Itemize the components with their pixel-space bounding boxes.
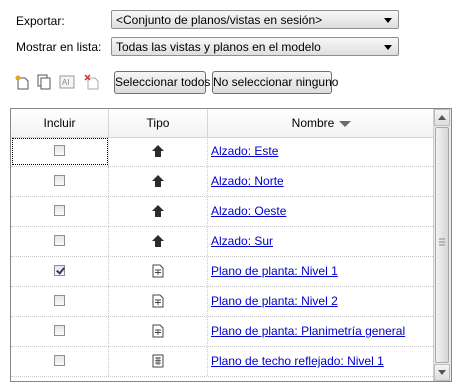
- show-in-list-dropdown-value: Todas las vistas y planos en el modelo: [116, 40, 321, 54]
- arrow-down-icon: [438, 370, 446, 375]
- table-row[interactable]: Alzado: Este: [11, 137, 435, 167]
- elevation-view-icon: [152, 175, 164, 187]
- chevron-down-icon: [384, 45, 392, 50]
- include-cell: [11, 347, 109, 376]
- select-none-label: No seleccionar ninguno: [213, 75, 339, 89]
- name-cell: Plano de planta: Nivel 2: [208, 287, 435, 316]
- table-row[interactable]: Plano de planta: Nivel 2: [11, 287, 435, 317]
- type-cell: [109, 317, 208, 346]
- chevron-down-icon: [384, 18, 392, 23]
- type-cell: [109, 347, 208, 376]
- include-checkbox[interactable]: [54, 235, 65, 246]
- view-name-link[interactable]: Alzado: Norte: [211, 174, 284, 188]
- include-checkbox[interactable]: [54, 205, 65, 216]
- table-row[interactable]: Alzado: Norte: [11, 167, 435, 197]
- include-checkbox[interactable]: [54, 325, 65, 336]
- floor-plan-icon: [152, 294, 164, 308]
- show-in-list-dropdown[interactable]: Todas las vistas y planos en el modelo: [111, 37, 399, 56]
- export-dropdown[interactable]: <Conjunto de planos/vistas en sesión>: [111, 10, 399, 29]
- include-checkbox[interactable]: [54, 265, 65, 276]
- type-cell: [109, 167, 208, 196]
- rename-set-icon[interactable]: AI: [59, 74, 75, 90]
- arrow-up-icon: [438, 115, 446, 120]
- view-name-link[interactable]: Plano de techo reflejado: Nivel 1: [211, 354, 384, 368]
- show-in-list-label-text: Mostrar en lista:: [16, 40, 102, 54]
- view-name-link[interactable]: Plano de planta: Nivel 2: [211, 294, 338, 308]
- view-name-link[interactable]: Alzado: Este: [211, 144, 278, 158]
- type-cell: [109, 137, 208, 166]
- duplicate-set-icon[interactable]: [36, 74, 52, 90]
- column-header-type-label: Tipo: [146, 116, 170, 130]
- table-row[interactable]: Plano de planta: Planimetría general: [11, 317, 435, 347]
- delete-set-icon[interactable]: [84, 74, 100, 90]
- grip-icon: [439, 238, 445, 246]
- name-cell: Alzado: Este: [208, 137, 435, 166]
- elevation-view-icon: [152, 235, 164, 247]
- view-name-link[interactable]: Plano de planta: Planimetría general: [211, 324, 405, 338]
- column-header-include-label: Incluir: [43, 116, 76, 130]
- include-cell: [11, 257, 109, 286]
- scrollbar-thumb[interactable]: [435, 127, 449, 363]
- select-all-button[interactable]: Seleccionar todos: [114, 71, 210, 94]
- include-checkbox[interactable]: [54, 175, 65, 186]
- export-dropdown-value: <Conjunto de planos/vistas en sesión>: [116, 13, 323, 27]
- type-cell: [109, 257, 208, 286]
- table-row[interactable]: Plano de techo reflejado: Nivel 1: [11, 347, 435, 377]
- scroll-down-button[interactable]: [434, 364, 450, 381]
- table-row[interactable]: Alzado: Sur: [11, 227, 435, 257]
- name-cell: Alzado: Sur: [208, 227, 435, 256]
- sort-descending-icon: [339, 120, 352, 127]
- include-cell: [11, 287, 109, 316]
- table-row[interactable]: Plano de planta: Nivel 1: [11, 257, 435, 287]
- export-label: Exportar:: [16, 14, 65, 28]
- new-set-icon[interactable]: [14, 74, 30, 90]
- scroll-up-button[interactable]: [434, 109, 450, 126]
- column-header-name-label: Nombre: [291, 116, 335, 130]
- view-name-link[interactable]: Alzado: Sur: [211, 234, 273, 248]
- name-cell: Alzado: Oeste: [208, 197, 435, 226]
- table-row[interactable]: Alzado: Oeste: [11, 197, 435, 227]
- include-cell: [11, 227, 109, 256]
- elevation-view-icon: [152, 205, 164, 217]
- include-cell: [11, 167, 109, 196]
- floor-plan-icon: [152, 264, 164, 278]
- name-cell: Plano de techo reflejado: Nivel 1: [208, 347, 435, 376]
- name-cell: Plano de planta: Nivel 1: [208, 257, 435, 286]
- views-grid: Incluir Tipo Nombre Alzado: Este Alzado: …: [10, 108, 452, 382]
- column-header-type[interactable]: Tipo: [109, 109, 208, 137]
- type-cell: [109, 227, 208, 256]
- ceiling-plan-icon: [152, 354, 164, 368]
- name-cell: Alzado: Norte: [208, 167, 435, 196]
- vertical-scrollbar[interactable]: [433, 109, 451, 381]
- svg-text:AI: AI: [62, 78, 70, 87]
- column-header-name[interactable]: Nombre: [208, 109, 435, 137]
- name-cell: Plano de planta: Planimetría general: [208, 317, 435, 346]
- floor-plan-icon: [152, 324, 164, 338]
- include-cell: [11, 317, 109, 346]
- type-cell: [109, 287, 208, 316]
- view-name-link[interactable]: Plano de planta: Nivel 1: [211, 264, 338, 278]
- include-cell: [11, 137, 109, 166]
- select-all-label: Seleccionar todos: [115, 75, 211, 89]
- include-checkbox[interactable]: [54, 145, 65, 156]
- column-header-include[interactable]: Incluir: [11, 109, 109, 137]
- elevation-view-icon: [152, 145, 164, 157]
- select-none-button[interactable]: No seleccionar ninguno: [212, 71, 338, 94]
- include-checkbox[interactable]: [54, 355, 65, 366]
- export-label-text: Exportar:: [16, 14, 65, 28]
- type-cell: [109, 197, 208, 226]
- include-checkbox[interactable]: [54, 295, 65, 306]
- include-cell: [11, 197, 109, 226]
- grid-header: Incluir Tipo Nombre: [11, 109, 435, 138]
- view-name-link[interactable]: Alzado: Oeste: [211, 204, 286, 218]
- show-in-list-label: Mostrar en lista:: [16, 40, 101, 54]
